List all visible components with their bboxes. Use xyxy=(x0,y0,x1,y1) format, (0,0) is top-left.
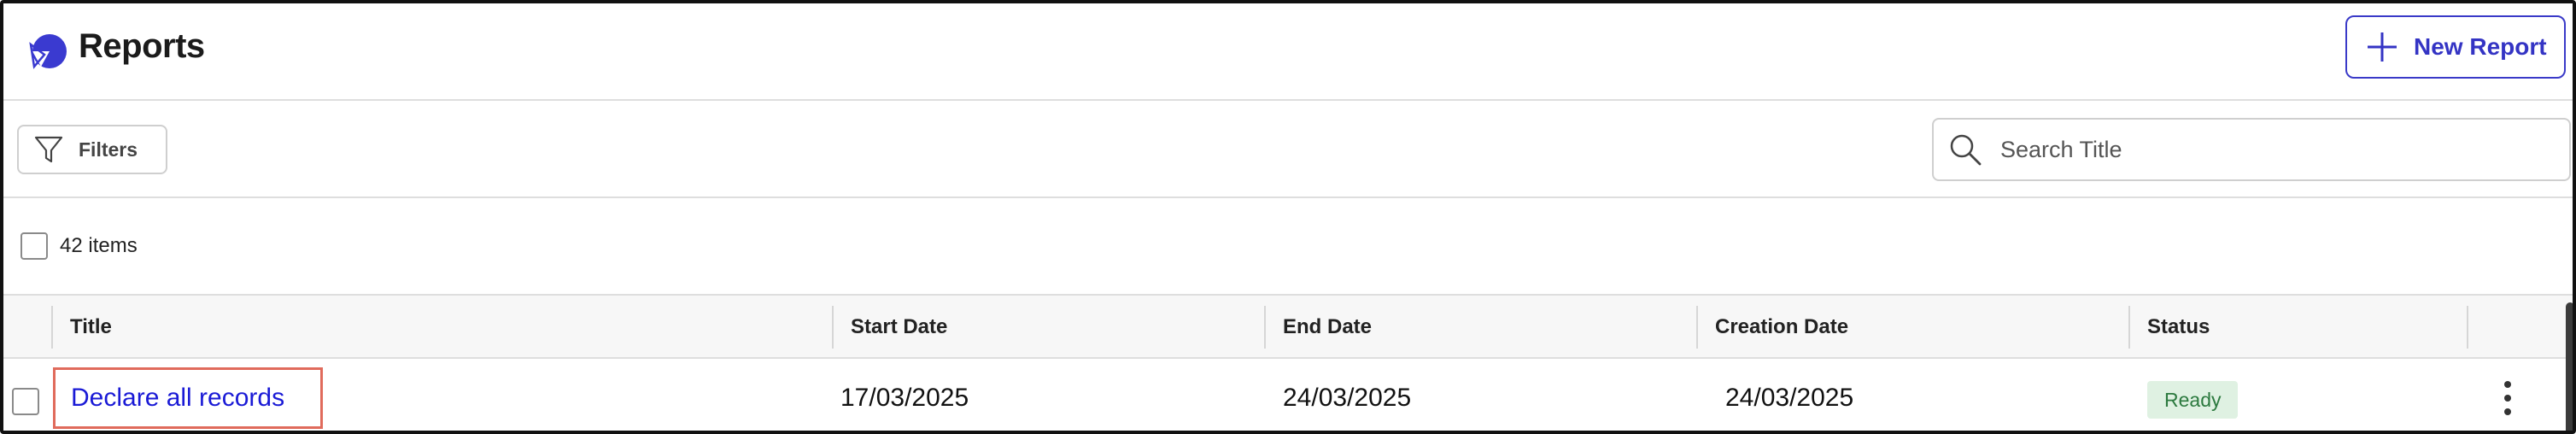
column-header-start-date[interactable]: Start Date xyxy=(832,296,1264,359)
filters-label: Filters xyxy=(79,138,138,161)
vertical-scrollbar[interactable] xyxy=(2566,302,2573,431)
pie-chart-icon xyxy=(29,34,67,69)
start-date-cell: 17/03/2025 xyxy=(840,384,969,412)
selection-bar: 42 items xyxy=(3,198,2573,296)
column-header-end-date[interactable]: End Date xyxy=(1264,296,1696,359)
filter-icon xyxy=(34,136,63,163)
items-count: 42 items xyxy=(60,234,138,257)
end-date-cell: 24/03/2025 xyxy=(1283,384,1412,412)
report-title-link[interactable]: Declare all records xyxy=(53,367,323,429)
column-header-status[interactable]: Status xyxy=(2128,296,2467,359)
column-header-creation-date[interactable]: Creation Date xyxy=(1696,296,2128,359)
column-divider xyxy=(2467,306,2468,349)
toolbar: Filters xyxy=(3,101,2573,198)
page-title: Reports xyxy=(79,27,205,65)
more-vertical-icon[interactable] xyxy=(2491,378,2525,419)
reports-page: Reports New Report Filters 42 ite xyxy=(0,0,2576,434)
column-header-title[interactable]: Title xyxy=(51,296,832,359)
search-box xyxy=(1932,118,2571,181)
row-checkbox[interactable] xyxy=(12,388,39,415)
table-row: Declare all records 17/03/2025 24/03/202… xyxy=(3,359,2573,431)
plus-icon xyxy=(2368,32,2397,62)
new-report-label: New Report xyxy=(2414,33,2547,60)
search-icon xyxy=(1950,134,1982,166)
new-report-button[interactable]: New Report xyxy=(2345,15,2566,79)
status-badge: Ready xyxy=(2147,381,2239,419)
filters-button[interactable]: Filters xyxy=(17,125,167,174)
search-input[interactable] xyxy=(2000,136,2547,163)
page-header: Reports New Report xyxy=(3,3,2573,101)
table-header: Title Start Date End Date Creation Date … xyxy=(3,296,2573,359)
select-all-checkbox[interactable] xyxy=(20,232,48,260)
creation-date-cell: 24/03/2025 xyxy=(1725,384,1854,412)
